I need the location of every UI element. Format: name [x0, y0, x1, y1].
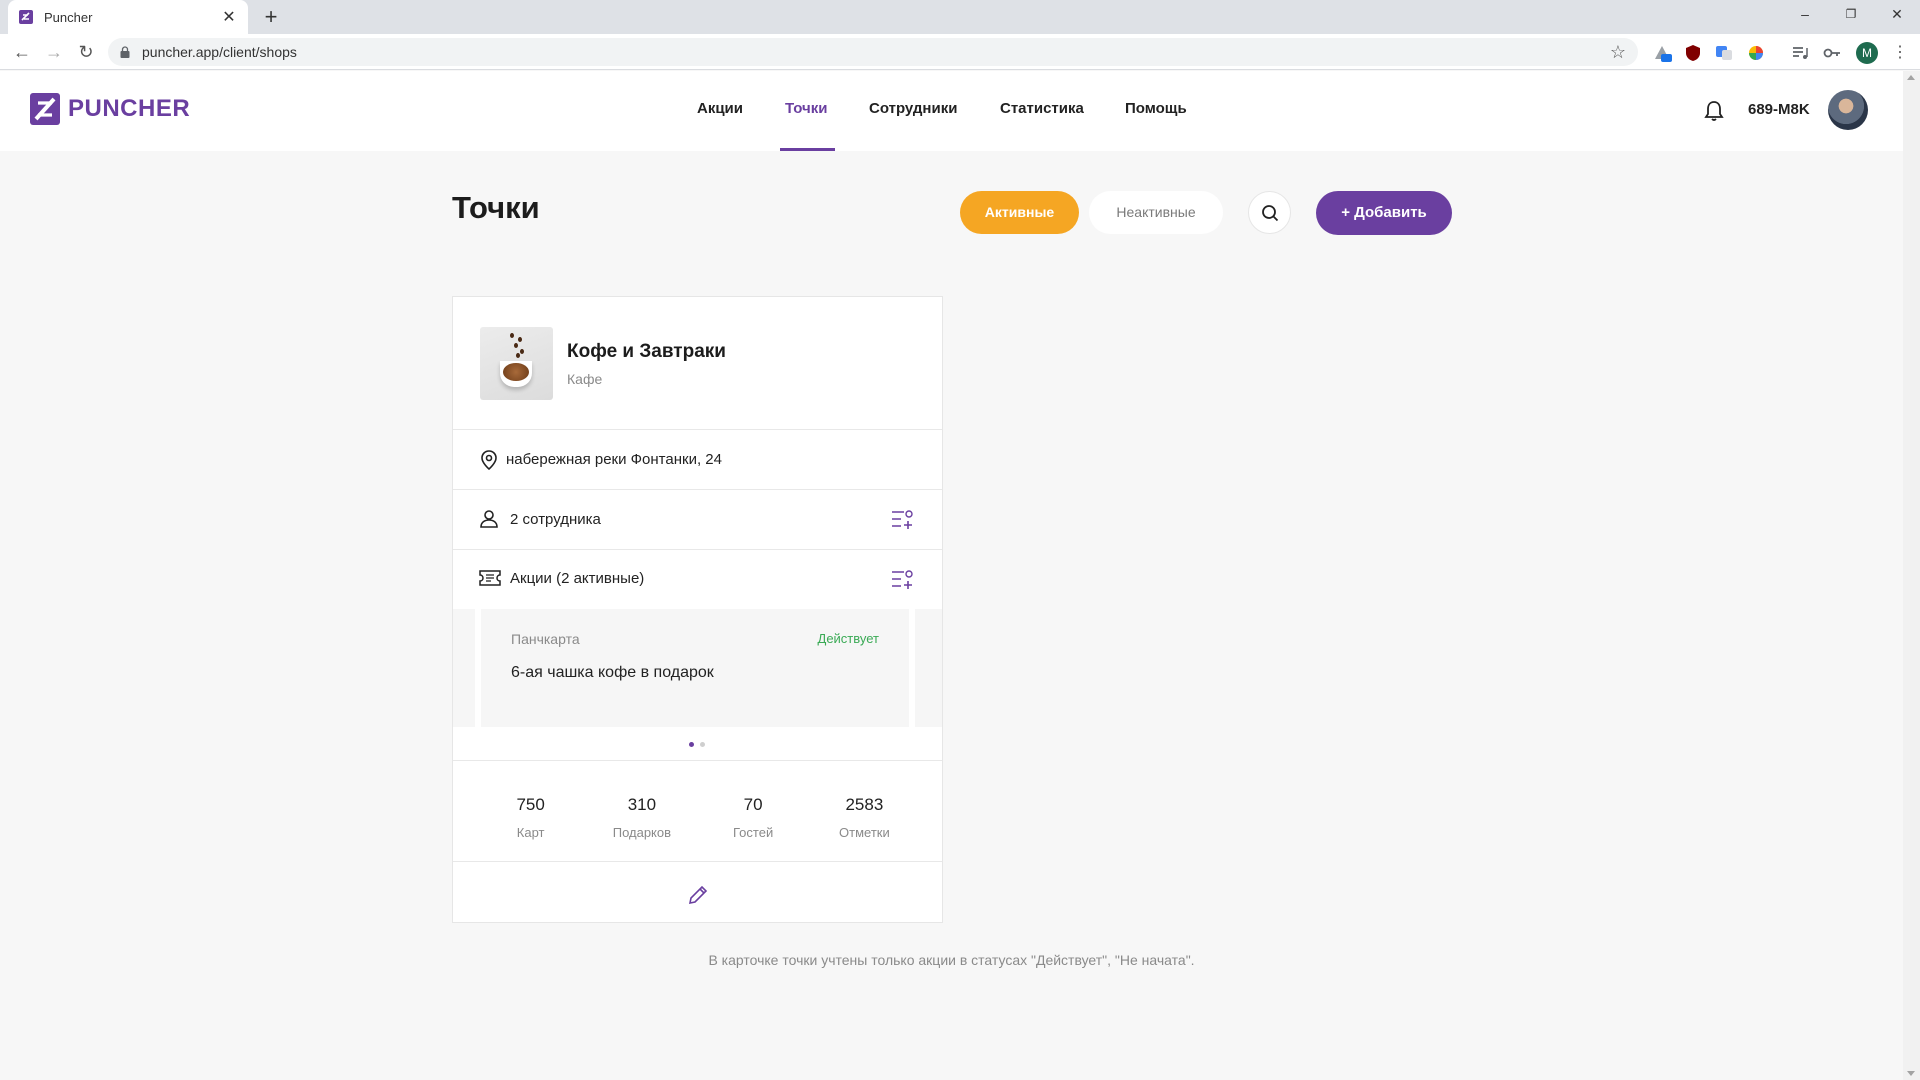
- stat-value: 2583: [845, 795, 884, 814]
- promos-label[interactable]: Акции (2 активные): [510, 570, 644, 587]
- window-restore-button[interactable]: ❐: [1828, 0, 1874, 30]
- key-icon[interactable]: [1822, 43, 1842, 63]
- bookmark-star-icon[interactable]: ☆: [1610, 42, 1626, 63]
- users-icon: [480, 510, 498, 528]
- shop-card-header: Кофе и Завтраки Кафе: [453, 297, 942, 430]
- ticket-icon: [479, 570, 501, 586]
- browser-tab-bar: Puncher ✕ + – ❐ ✕: [0, 0, 1920, 34]
- promo-type: Панчкарта: [511, 631, 580, 647]
- user-code[interactable]: 689-M8K: [1748, 101, 1810, 118]
- scroll-up-icon[interactable]: [1907, 75, 1915, 80]
- stat-label: Подарков: [612, 825, 672, 840]
- profile-avatar[interactable]: M: [1856, 42, 1878, 64]
- nav-item-employees[interactable]: Сотрудники: [869, 100, 957, 117]
- window-minimize-button[interactable]: –: [1782, 0, 1828, 30]
- promo-carousel-prev-peek: [453, 609, 475, 727]
- page-title: Точки: [452, 190, 540, 225]
- browser-tab[interactable]: Puncher ✕: [8, 0, 248, 34]
- translate-icon[interactable]: [1714, 43, 1734, 63]
- stat-value: 310: [627, 795, 657, 814]
- stat-guests: 70 Гостей: [703, 761, 803, 861]
- site-header: PUNCHER Акции Точки Сотрудники Статистик…: [0, 71, 1903, 151]
- promo-slide[interactable]: Панчкарта Действует 6-ая чашка кофе в по…: [481, 609, 909, 727]
- stat-value: 70: [743, 795, 763, 814]
- promo-status-badge: Действует: [817, 631, 879, 646]
- browser-menu-icon[interactable]: ⋮: [1892, 42, 1908, 64]
- tab-close-icon[interactable]: ✕: [220, 7, 238, 27]
- color-wheel-icon[interactable]: [1746, 43, 1766, 63]
- playlist-icon[interactable]: [1790, 43, 1810, 63]
- address-bar[interactable]: puncher.app/client/shops ☆: [108, 38, 1638, 66]
- browser-toolbar: ← → ↻ puncher.app/client/shops ☆ M ⋮: [0, 34, 1920, 70]
- nav-item-help[interactable]: Помощь: [1125, 100, 1187, 117]
- tab-title: Puncher: [44, 9, 93, 25]
- stat-label: Карт: [516, 825, 545, 840]
- bell-icon[interactable]: [1703, 99, 1725, 123]
- carousel-dot[interactable]: [689, 742, 694, 747]
- shop-name[interactable]: Кофе и Завтраки: [567, 341, 726, 363]
- nav-item-shops[interactable]: Точки: [785, 100, 827, 117]
- stat-checkins: 2583 Отметки: [814, 761, 914, 861]
- carousel-dots: [689, 742, 705, 747]
- filter-active-button[interactable]: Активные: [960, 191, 1079, 234]
- puncher-favicon-icon: [19, 10, 33, 24]
- list-add-icon[interactable]: [890, 568, 914, 590]
- extension-off-icon[interactable]: [1652, 43, 1672, 63]
- divider: [453, 861, 942, 862]
- search-icon: [1261, 204, 1278, 221]
- shop-promos-row: Акции (2 активные): [453, 550, 942, 609]
- nav-item-promotions[interactable]: Акции: [697, 100, 743, 117]
- shop-card: Кофе и Завтраки Кафе набережная реки Фон…: [452, 296, 943, 923]
- forward-arrow-icon[interactable]: →: [42, 40, 66, 64]
- lock-icon: [120, 46, 130, 58]
- stat-gifts: 310 Подарков: [592, 761, 692, 861]
- new-tab-button[interactable]: +: [258, 4, 284, 30]
- ublock-shield-icon[interactable]: [1683, 43, 1703, 63]
- search-button[interactable]: [1248, 191, 1291, 234]
- back-arrow-icon[interactable]: ←: [10, 40, 34, 64]
- carousel-dot[interactable]: [700, 742, 705, 747]
- stat-cards: 750 Карт: [481, 761, 581, 861]
- shop-address-row: набережная реки Фонтанки, 24: [453, 430, 942, 490]
- shop-address: набережная реки Фонтанки, 24: [506, 451, 722, 468]
- stat-label: Отметки: [839, 825, 890, 840]
- footnote-text: В карточке точки учтены только акции в с…: [708, 952, 1195, 968]
- pencil-icon[interactable]: [686, 883, 710, 907]
- stat-label: Гостей: [733, 825, 774, 840]
- stat-value: 750: [516, 795, 545, 814]
- active-nav-indicator: [780, 148, 835, 151]
- shop-stats: 750 Карт 310 Подарков 70 Гостей 2583 Отм…: [453, 761, 942, 861]
- scroll-down-icon[interactable]: [1907, 1071, 1915, 1076]
- filter-inactive-button[interactable]: Неактивные: [1089, 191, 1223, 234]
- list-add-icon[interactable]: [890, 508, 914, 530]
- shop-employees-row: 2 сотрудника: [453, 490, 942, 550]
- reload-icon[interactable]: ↻: [74, 40, 98, 64]
- promo-name: 6-ая чашка кофе в подарок: [511, 664, 714, 681]
- user-avatar[interactable]: [1828, 90, 1868, 130]
- add-shop-button[interactable]: + Добавить: [1316, 191, 1452, 235]
- shop-type: Кафе: [567, 371, 603, 387]
- main-nav: Акции Точки Сотрудники Статистика Помощь: [0, 71, 1903, 151]
- url-text: puncher.app/client/shops: [142, 44, 297, 60]
- employees-count[interactable]: 2 сотрудника: [510, 511, 601, 528]
- location-pin-icon: [481, 450, 497, 471]
- window-close-button[interactable]: ✕: [1874, 0, 1920, 30]
- shop-image: [480, 327, 553, 400]
- page-scrollbar[interactable]: [1903, 71, 1920, 1080]
- promo-carousel-next-peek: [915, 609, 942, 727]
- nav-item-statistics[interactable]: Статистика: [1000, 100, 1084, 117]
